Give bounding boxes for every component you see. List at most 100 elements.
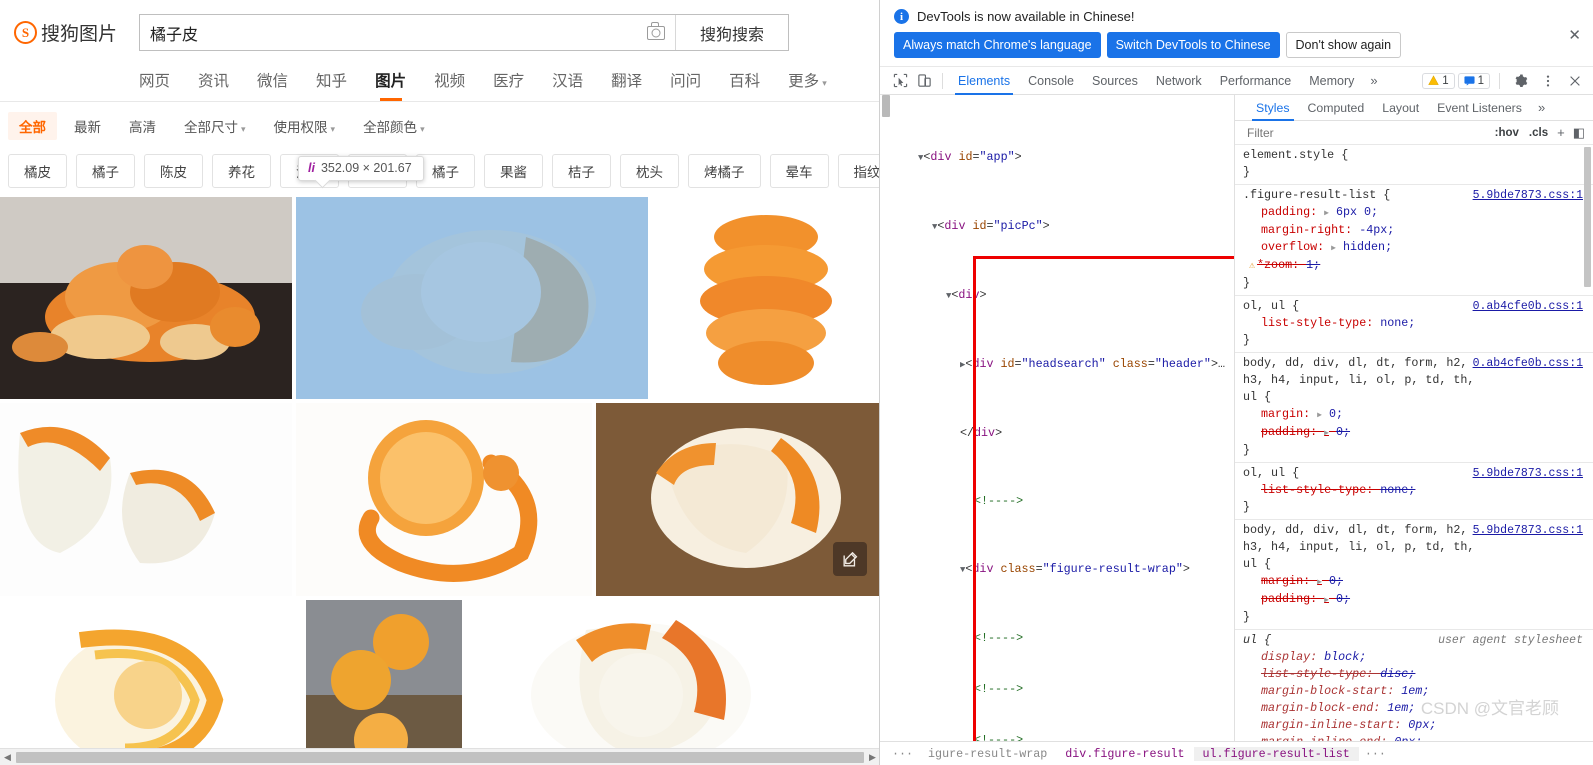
edit-image-button[interactable]: [833, 542, 867, 576]
gear-icon[interactable]: [1509, 69, 1533, 93]
css-source-link[interactable]: 0.ab4cfe0b.css:1: [1473, 355, 1583, 372]
scroll-right-arrow[interactable]: ▶: [865, 752, 879, 763]
css-property[interactable]: padding: ▶ 6px 0;: [1243, 204, 1585, 222]
always-match-language-button[interactable]: Always match Chrome's language: [894, 32, 1101, 58]
expand-triangle-icon[interactable]: ▶: [1317, 411, 1322, 420]
warning-count-badge[interactable]: 1: [1422, 72, 1455, 89]
tab-memory[interactable]: Memory: [1300, 67, 1363, 95]
css-property[interactable]: margin-right: -4px;: [1243, 222, 1585, 239]
image-result-item-selected[interactable]: [296, 197, 648, 399]
nav-tab-video[interactable]: 视频: [420, 63, 479, 101]
styles-filter-input[interactable]: [1245, 124, 1490, 141]
close-icon[interactable]: [1563, 69, 1587, 93]
nav-tab-zhihu[interactable]: 知乎: [302, 63, 361, 101]
css-rules-list[interactable]: element.style { } .figure-result-list { …: [1235, 145, 1593, 741]
dom-node-div[interactable]: ▼<div>: [880, 287, 1234, 305]
nav-tab-wechat[interactable]: 微信: [243, 63, 302, 101]
image-result-item[interactable]: [0, 197, 292, 399]
sidebar-toggle-icon[interactable]: ◧: [1573, 125, 1585, 141]
dom-node-figure-result-wrap[interactable]: ▼<div class="figure-result-wrap">: [880, 561, 1234, 579]
switch-to-chinese-button[interactable]: Switch DevTools to Chinese: [1106, 32, 1280, 58]
more-vertical-icon[interactable]: [1536, 69, 1560, 93]
nav-tab-translate[interactable]: 翻译: [597, 63, 656, 101]
more-panes-icon[interactable]: »: [1531, 100, 1552, 115]
breadcrumb-overflow-right[interactable]: ···: [1359, 747, 1392, 761]
dom-tree-pane[interactable]: ▼<div id="app"> ▼<div id="picPc"> ▼<div>…: [880, 95, 1235, 741]
inspect-cursor-icon[interactable]: [888, 69, 912, 93]
sogou-logo[interactable]: S 搜狗图片: [14, 19, 139, 46]
related-tag[interactable]: 桔子: [552, 154, 611, 188]
css-property-overridden[interactable]: padding: ▶ 0;: [1243, 424, 1585, 442]
related-tag[interactable]: 橘子: [416, 154, 475, 188]
message-count-badge[interactable]: 1: [1457, 72, 1490, 89]
nav-tab-baike[interactable]: 百科: [715, 63, 774, 101]
scroll-left-arrow[interactable]: ◀: [0, 752, 15, 763]
breadcrumb-item-figure-result-list[interactable]: ul.figure-result-list: [1193, 746, 1359, 761]
device-toggle-icon[interactable]: [912, 69, 936, 93]
nav-tab-chinese[interactable]: 汉语: [538, 63, 597, 101]
related-tag[interactable]: 果酱: [484, 154, 543, 188]
related-tag[interactable]: 橘子: [76, 154, 135, 188]
filter-all[interactable]: 全部: [8, 112, 57, 140]
tab-console[interactable]: Console: [1019, 67, 1083, 95]
expand-triangle-icon[interactable]: ▶: [1324, 209, 1329, 218]
css-property-overridden[interactable]: margin: ▶ 0;: [1243, 573, 1585, 591]
tab-layout[interactable]: Layout: [1373, 95, 1428, 121]
tab-sources[interactable]: Sources: [1083, 67, 1147, 95]
tab-computed[interactable]: Computed: [1299, 95, 1374, 121]
css-source-link[interactable]: 5.9bde7873.css:1: [1473, 465, 1583, 482]
breadcrumb-overflow-left[interactable]: ···: [886, 747, 919, 761]
related-tag[interactable]: 枕头: [620, 154, 679, 188]
breadcrumb-item-figure-result-wrap[interactable]: igure-result-wrap: [919, 747, 1056, 761]
new-style-rule-icon[interactable]: +: [1557, 125, 1565, 140]
nav-tab-images[interactable]: 图片: [361, 63, 420, 101]
expand-triangle-icon[interactable]: ▶: [1324, 429, 1329, 438]
search-input[interactable]: [140, 15, 637, 50]
filter-newest[interactable]: 最新: [63, 112, 112, 140]
dom-node-picpc[interactable]: ▼<div id="picPc">: [880, 218, 1234, 236]
scrollbar-thumb[interactable]: [16, 751, 864, 763]
related-tag[interactable]: 陈皮: [144, 154, 203, 188]
search-submit-button[interactable]: 搜狗搜索: [675, 15, 788, 50]
expand-triangle-icon[interactable]: ▶: [1324, 596, 1329, 605]
css-property-overridden[interactable]: padding: ▶ 0;: [1243, 591, 1585, 609]
css-property[interactable]: margin: ▶ 0;: [1243, 406, 1585, 424]
image-search-button[interactable]: [637, 15, 675, 50]
css-property[interactable]: list-style-type: none;: [1243, 315, 1585, 332]
image-result-item[interactable]: [596, 403, 879, 596]
related-tag[interactable]: 橘皮: [8, 154, 67, 188]
tab-performance[interactable]: Performance: [1211, 67, 1301, 95]
expand-triangle-icon[interactable]: ▶: [1331, 244, 1336, 253]
tab-styles[interactable]: Styles: [1247, 95, 1299, 121]
nav-tab-ask[interactable]: 问问: [656, 63, 715, 101]
image-result-item[interactable]: [0, 403, 292, 596]
filter-hd[interactable]: 高清: [118, 112, 167, 140]
css-source-link[interactable]: 5.9bde7873.css:1: [1473, 187, 1583, 204]
filter-size[interactable]: 全部尺寸 ▾: [173, 112, 257, 140]
class-toggle[interactable]: .cls: [1529, 127, 1548, 139]
more-tabs-icon[interactable]: »: [1363, 73, 1384, 88]
related-tag[interactable]: 烤橘子: [688, 154, 761, 188]
nav-tab-medical[interactable]: 医疗: [479, 63, 538, 101]
image-result-item[interactable]: [0, 600, 302, 765]
related-tag[interactable]: 晕车: [769, 154, 829, 188]
tab-network[interactable]: Network: [1147, 67, 1211, 95]
hover-state-toggle[interactable]: :hov: [1495, 127, 1519, 139]
tab-elements[interactable]: Elements: [949, 67, 1019, 95]
image-result-item[interactable]: [466, 600, 786, 765]
nav-tab-news[interactable]: 资讯: [184, 63, 243, 101]
related-tag[interactable]: 养花: [212, 154, 271, 188]
scrollbar-thumb[interactable]: [1584, 147, 1591, 287]
dom-node-app[interactable]: ▼<div id="app">: [880, 149, 1234, 167]
css-property-overridden[interactable]: list-style-type: none;: [1243, 482, 1585, 499]
css-property-invalid[interactable]: ⚠ *zoom: 1;: [1243, 257, 1585, 275]
horizontal-scrollbar[interactable]: ◀ ▶: [0, 748, 879, 765]
close-icon[interactable]: ✕: [1568, 26, 1581, 44]
styles-vertical-scrollbar[interactable]: [1582, 145, 1593, 741]
filter-usage-rights[interactable]: 使用权限 ▾: [263, 112, 347, 140]
dont-show-again-button[interactable]: Don't show again: [1285, 32, 1402, 58]
image-result-item[interactable]: [306, 600, 462, 765]
breadcrumb-item-figure-result[interactable]: div.figure-result: [1056, 747, 1193, 761]
image-result-item[interactable]: [652, 197, 879, 399]
filter-color[interactable]: 全部颜色 ▾: [352, 112, 436, 140]
